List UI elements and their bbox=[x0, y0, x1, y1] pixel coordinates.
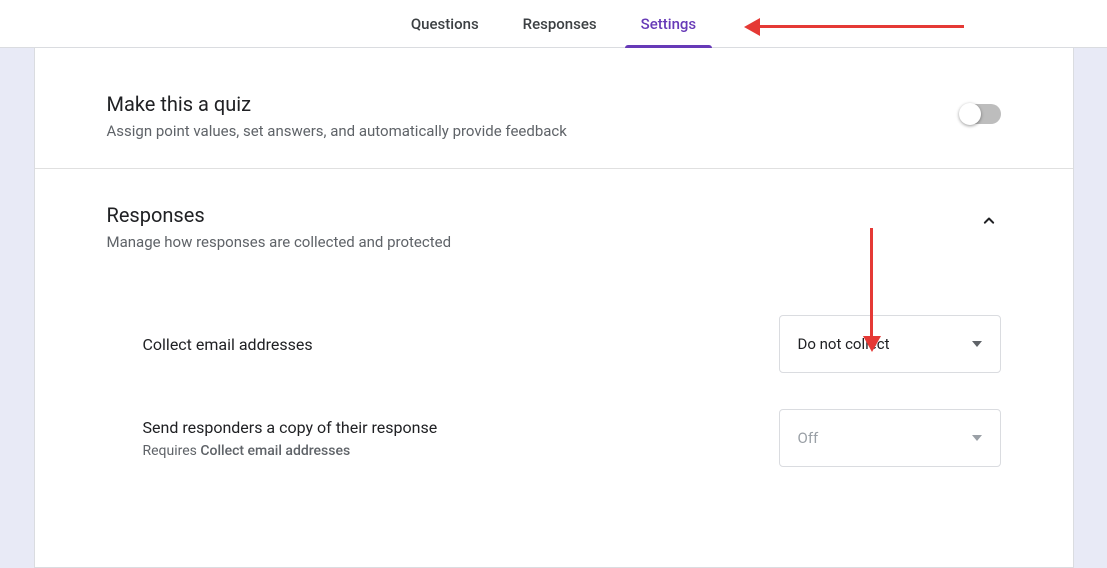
responses-collapse-toggle[interactable] bbox=[977, 209, 1001, 233]
tabs-bar: Questions Responses Settings bbox=[0, 0, 1107, 48]
quiz-toggle[interactable] bbox=[961, 104, 1001, 124]
send-copy-requires: Requires Collect email addresses bbox=[143, 443, 438, 459]
quiz-title: Make this a quiz bbox=[107, 92, 567, 116]
responses-section: Responses Manage how responses are colle… bbox=[35, 168, 1073, 513]
quiz-desc: Assign point values, set answers, and au… bbox=[107, 122, 567, 140]
tab-questions-label: Questions bbox=[411, 15, 479, 33]
quiz-section: Make this a quiz Assign point values, se… bbox=[35, 48, 1073, 168]
send-copy-label: Send responders a copy of their response bbox=[143, 418, 438, 437]
toggle-knob-icon bbox=[959, 103, 981, 125]
send-copy-requires-bold: Collect email addresses bbox=[200, 443, 350, 459]
collect-emails-select[interactable]: Do not collect bbox=[779, 315, 1001, 373]
chevron-up-icon bbox=[979, 211, 999, 231]
tab-responses[interactable]: Responses bbox=[501, 0, 619, 48]
collect-emails-row: Collect email addresses Do not collect bbox=[107, 297, 1001, 391]
caret-down-icon bbox=[972, 341, 982, 347]
tab-settings-label: Settings bbox=[641, 15, 697, 33]
responses-title: Responses bbox=[107, 203, 452, 227]
tab-settings[interactable]: Settings bbox=[619, 0, 719, 48]
responses-desc: Manage how responses are collected and p… bbox=[107, 233, 452, 251]
collect-emails-value: Do not collect bbox=[798, 335, 890, 353]
caret-down-icon bbox=[972, 435, 982, 441]
tab-questions[interactable]: Questions bbox=[389, 0, 501, 48]
collect-emails-label: Collect email addresses bbox=[143, 335, 313, 354]
tab-responses-label: Responses bbox=[523, 15, 597, 33]
send-copy-row: Send responders a copy of their response… bbox=[107, 391, 1001, 485]
send-copy-requires-prefix: Requires bbox=[143, 443, 201, 459]
settings-panel: Make this a quiz Assign point values, se… bbox=[34, 48, 1074, 568]
send-copy-select[interactable]: Off bbox=[779, 409, 1001, 467]
send-copy-value: Off bbox=[798, 429, 819, 447]
